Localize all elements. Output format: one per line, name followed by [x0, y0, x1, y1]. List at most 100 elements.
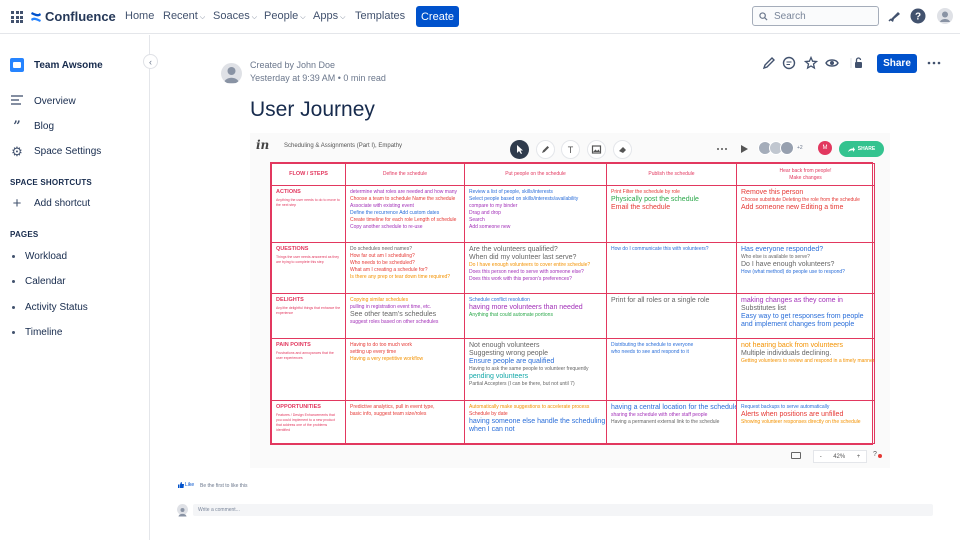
sticky-note-text[interactable]: Partial Accepters (I can be there, but n…	[469, 381, 602, 388]
create-button[interactable]: Create	[416, 6, 459, 27]
zoom-in-button[interactable]: +	[857, 454, 861, 460]
sticky-note-text[interactable]: Ensure people are qualified	[469, 358, 602, 366]
sticky-note-text[interactable]: Who needs to be scheduled?	[350, 260, 460, 267]
help-icon[interactable]: ?	[910, 8, 926, 24]
edit-pencil-icon[interactable]	[762, 56, 776, 70]
sticky-note-text[interactable]: When did my volunteer last serve?	[469, 254, 602, 262]
sidebar-item-blog[interactable]: ” Blog	[10, 120, 54, 133]
text-tool-button[interactable]: T	[561, 140, 580, 159]
nav-people[interactable]: People ⌵	[264, 10, 306, 22]
sticky-note-text[interactable]: Not enough volunteers	[469, 342, 602, 350]
sticky-note-text[interactable]: having more volunteers than needed	[469, 304, 602, 312]
sidebar-item-space-settings[interactable]: ⚙ Space Settings	[10, 145, 101, 158]
sticky-note-text[interactable]: Add someone new Editing a time	[741, 204, 870, 212]
sticky-note-text[interactable]: Having to do too much work	[350, 342, 460, 349]
sticky-note-text[interactable]: Select people based on skills/interests/…	[469, 196, 602, 203]
sticky-note-text[interactable]: suggest roles based on other schedules	[350, 319, 460, 326]
sticky-note-text[interactable]: basic info, suggest team size/roles	[350, 411, 460, 418]
nav-spaces[interactable]: Soaces ⌵	[213, 10, 257, 22]
sticky-note-text[interactable]: Is there any prep or tear down time requ…	[350, 274, 460, 281]
sticky-note-text[interactable]: Create timeline for each role Length of …	[350, 217, 460, 224]
play-icon[interactable]	[740, 144, 749, 154]
sticky-note-text[interactable]: Suggesting wrong people	[469, 350, 602, 358]
sticky-note-text[interactable]: Who else is available to serve?	[741, 254, 870, 261]
sticky-note-text[interactable]: How (what method) do people use to respo…	[741, 269, 870, 276]
sticky-note-text[interactable]: Multiple individuals declining.	[741, 350, 870, 358]
sticky-note-text[interactable]: Copying similar schedules	[350, 297, 460, 304]
sticky-note-text[interactable]: Do schedules need names?	[350, 246, 460, 253]
sticky-note-text[interactable]: who needs to see and respond to it	[611, 349, 732, 356]
sticky-note-text[interactable]: Do I have enough volunteers to cover ent…	[469, 262, 602, 269]
sidebar-page-activity-status[interactable]: Activity Status	[12, 302, 88, 313]
more-options-icon[interactable]	[716, 146, 728, 152]
sticky-note-text[interactable]: Having a very repetitive workflow	[350, 356, 460, 363]
sticky-note-text[interactable]: determine what roles are needed and how …	[350, 189, 460, 196]
sticky-note-text[interactable]: Copy another schedule to re-use	[350, 224, 460, 231]
restrictions-lock-icon[interactable]	[850, 56, 864, 70]
sticky-note-text[interactable]: Associate with existing event	[350, 203, 460, 210]
sticky-note-text[interactable]: Predictive analytics, pull in event type…	[350, 404, 460, 411]
sticky-note-text[interactable]: Does this person need to serve with some…	[469, 269, 602, 276]
sticky-note-text[interactable]: Print for all roles or a single role	[611, 297, 732, 305]
comment-icon[interactable]	[782, 56, 796, 70]
sticky-note-text[interactable]: compare to my binder	[469, 203, 602, 210]
sticky-note-text[interactable]: Has everyone responded?	[741, 246, 870, 254]
nav-apps[interactable]: Apps ⌵	[313, 10, 345, 22]
sticky-note-text[interactable]: pending volunteers	[469, 373, 602, 381]
sticky-note-text[interactable]: not hearing back from volunteers	[741, 342, 870, 350]
nav-home[interactable]: Home	[125, 10, 154, 22]
sticky-note-text[interactable]: Remove this person	[741, 189, 870, 197]
sticky-note-text[interactable]: Choose substitute Deleting the role from…	[741, 197, 870, 204]
sticky-note-text[interactable]: Having to ask the same people to volunte…	[469, 366, 602, 373]
user-avatar[interactable]: M	[818, 141, 832, 155]
collaborator-avatar[interactable]	[780, 141, 794, 155]
sticky-note-text[interactable]: Having a permanent external link to the …	[611, 419, 732, 426]
sticky-note-text[interactable]: Define the recurrence Add custom dates	[350, 210, 460, 217]
notifications-icon[interactable]	[886, 8, 902, 24]
sidebar-page-timeline[interactable]: Timeline	[12, 327, 62, 338]
eraser-tool-button[interactable]	[613, 140, 632, 159]
collapse-sidebar-button[interactable]: ‹	[143, 54, 158, 69]
sticky-note-text[interactable]: What am I creating a schedule for?	[350, 267, 460, 274]
sticky-note-text[interactable]: pulling in registration event time, etc.	[350, 304, 460, 311]
sticky-note-text[interactable]: setting up every time	[350, 349, 460, 356]
select-tool-button[interactable]	[510, 140, 529, 159]
sticky-note-text[interactable]: Drag and drop	[469, 210, 602, 217]
sticky-note-text[interactable]: Anything that could automate portions	[469, 312, 602, 319]
app-switcher-icon[interactable]	[11, 11, 23, 23]
sticky-note-text[interactable]: when I can not	[469, 426, 602, 434]
sticky-note-text[interactable]: Review a list of people, skills/interest…	[469, 189, 602, 196]
pen-tool-button[interactable]	[536, 140, 555, 159]
search-input[interactable]: Search	[752, 6, 879, 26]
sticky-note-text[interactable]: Are the volunteers qualified?	[469, 246, 602, 254]
sidebar-page-workload[interactable]: Workload	[12, 251, 67, 262]
nav-templates[interactable]: Templates	[355, 10, 405, 22]
sticky-note-text[interactable]: Do I have enough volunteers?	[741, 261, 870, 269]
sticky-note-text[interactable]: sharing the schedule with other staff pe…	[611, 412, 732, 419]
add-shortcut-button[interactable]: + Add shortcut	[10, 196, 91, 211]
sticky-note-text[interactable]: See other team's schedules	[350, 311, 460, 319]
sticky-note-text[interactable]: Print Filter the schedule by role	[611, 189, 732, 196]
embed-help-button[interactable]: ?	[873, 451, 882, 458]
author-avatar[interactable]	[221, 63, 242, 84]
sticky-note-text[interactable]: Email the schedule	[611, 204, 732, 212]
watch-eye-icon[interactable]	[825, 56, 839, 70]
nav-recent[interactable]: Recent ⌵	[163, 10, 205, 22]
sticky-note-text[interactable]: Search	[469, 217, 602, 224]
sticky-note-text[interactable]: Does this work with this person's prefer…	[469, 276, 602, 283]
profile-avatar[interactable]	[937, 8, 953, 24]
sticky-note-text[interactable]: Easy way to get responses from people	[741, 313, 870, 321]
sticky-note-text[interactable]: Physically post the schedule	[611, 196, 732, 204]
more-options-icon[interactable]	[927, 56, 941, 70]
star-icon[interactable]	[804, 56, 818, 70]
sticky-note-text[interactable]: Distributing the schedule to everyone	[611, 342, 732, 349]
sticky-note-text[interactable]: Schedule conflict resolution	[469, 297, 602, 304]
keyboard-icon[interactable]	[791, 452, 801, 459]
embed-share-button[interactable]: SHARE	[839, 141, 884, 157]
sticky-note-text[interactable]: Schedule by date	[469, 411, 602, 418]
sticky-note-text[interactable]: having someone else handle the schedulin…	[469, 418, 605, 426]
sticky-note-text[interactable]: making changes as they come in	[741, 297, 870, 305]
sticky-note-text[interactable]: having a central location for the schedu…	[611, 404, 736, 412]
sticky-note-text[interactable]: Add someone new	[469, 224, 602, 231]
confluence-logo[interactable]: Confluence	[30, 9, 116, 24]
